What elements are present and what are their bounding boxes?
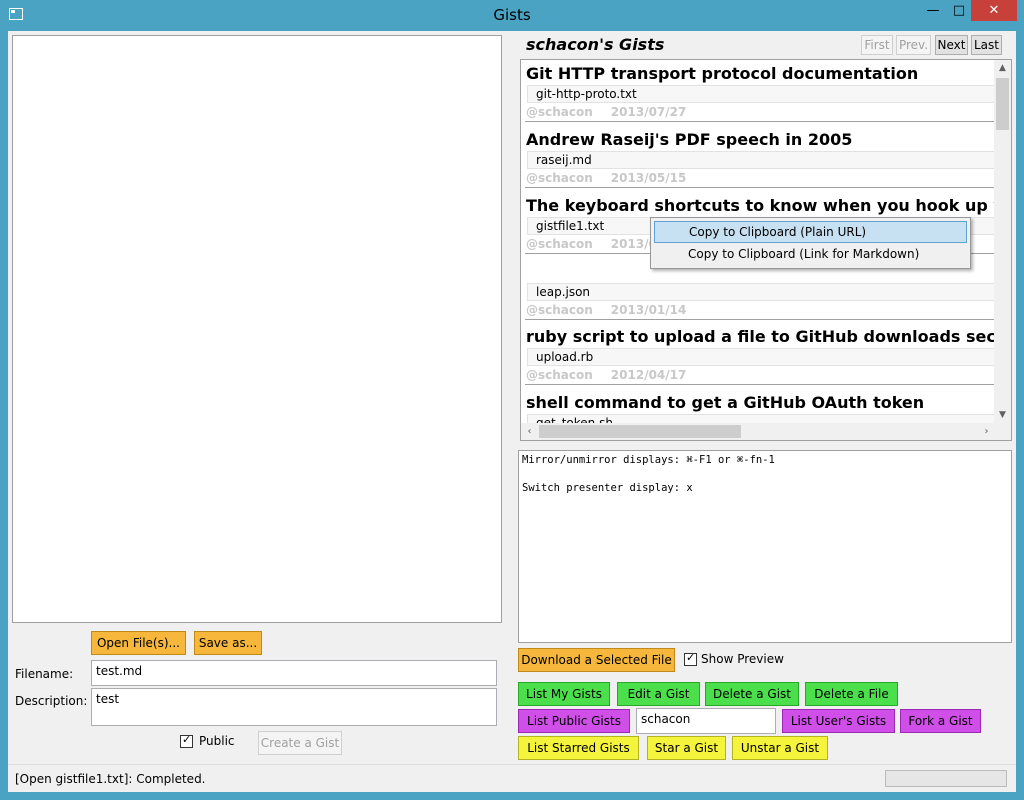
scroll-down-icon[interactable]: ▼ xyxy=(994,407,1011,424)
horizontal-scroll-thumb[interactable] xyxy=(539,425,741,438)
gist-file[interactable]: git-http-proto.txt xyxy=(527,85,995,103)
gist-user: @schacon xyxy=(526,237,593,251)
horizontal-scrollbar[interactable]: ‹ › xyxy=(521,423,995,440)
context-menu: Copy to Clipboard (Plain URL) Copy to Cl… xyxy=(650,217,971,269)
gist-item[interactable]: ruby script to upload a file to GitHub d… xyxy=(521,323,1011,389)
filename-input[interactable]: test.md xyxy=(91,660,497,686)
maximize-icon[interactable]: □ xyxy=(946,0,972,21)
gist-file[interactable]: leap.json xyxy=(527,283,995,301)
gist-meta: @schacon 2012/04/17 xyxy=(526,368,704,382)
main-window: Gists — □ ✕ Open File(s)... Save as... F… xyxy=(0,0,1024,800)
last-page-button[interactable]: Last xyxy=(971,35,1002,55)
gist-meta: @schacon 2013/05/15 xyxy=(526,171,704,185)
next-page-button[interactable]: Next xyxy=(935,35,968,55)
gist-title: Andrew Raseij's PDF speech in 2005 xyxy=(526,130,853,149)
gist-title: Git HTTP transport protocol documentatio… xyxy=(526,64,919,83)
star-gist-button[interactable]: Star a Gist xyxy=(647,736,726,760)
list-users-gists-button[interactable]: List User's Gists xyxy=(782,709,895,733)
gist-separator xyxy=(525,384,995,385)
edit-gist-button[interactable]: Edit a Gist xyxy=(617,682,700,706)
prev-page-button[interactable]: Prev. xyxy=(896,35,931,55)
scroll-right-icon[interactable]: › xyxy=(978,423,995,440)
create-gist-button[interactable]: Create a Gist xyxy=(258,731,342,755)
gist-separator xyxy=(525,121,995,122)
gist-item[interactable]: Andrew Raseij's PDF speech in 2005 rasei… xyxy=(521,126,995,192)
scroll-left-icon[interactable]: ‹ xyxy=(521,423,538,440)
gist-date: 2013/05/15 xyxy=(610,171,687,185)
gist-separator xyxy=(525,187,995,188)
gist-user: @schacon xyxy=(526,105,593,119)
gist-title: The keyboard shortcuts to know when you … xyxy=(526,196,1012,215)
gist-title: ruby script to upload a file to GitHub d… xyxy=(526,327,1012,346)
status-text: [Open gistfile1.txt]: Completed. xyxy=(15,772,206,786)
gist-user: @schacon xyxy=(526,171,593,185)
gist-user: @schacon xyxy=(526,368,593,382)
progress-bar xyxy=(885,770,1007,787)
scroll-up-icon[interactable]: ▲ xyxy=(994,60,1011,77)
client-area: Open File(s)... Save as... Filename: tes… xyxy=(8,31,1016,792)
public-checkbox[interactable] xyxy=(180,733,193,748)
file-preview[interactable]: Mirror/unmirror displays: ⌘-F1 or ⌘-fn-1… xyxy=(518,450,1012,643)
content-editor[interactable] xyxy=(12,35,502,623)
open-files-button[interactable]: Open File(s)... xyxy=(91,631,186,655)
minimize-icon[interactable]: — xyxy=(920,0,946,21)
gist-meta: @schacon 2013/01/14 xyxy=(526,303,704,317)
status-bar: [Open gistfile1.txt]: Completed. xyxy=(8,764,1016,792)
description-input[interactable]: test xyxy=(91,688,497,726)
description-label: Description: xyxy=(15,694,88,708)
save-as-button[interactable]: Save as... xyxy=(194,631,262,655)
show-preview-checkbox[interactable] xyxy=(684,651,697,666)
delete-file-button[interactable]: Delete a File xyxy=(805,682,898,706)
title-bar[interactable]: Gists — □ ✕ xyxy=(0,0,1024,30)
gist-date: 2013/07/27 xyxy=(610,105,687,119)
gist-item[interactable]: Git HTTP transport protocol documentatio… xyxy=(521,60,995,126)
gist-file[interactable]: upload.rb xyxy=(527,348,995,366)
list-my-gists-button[interactable]: List My Gists xyxy=(518,682,610,706)
public-label: Public xyxy=(199,734,235,748)
gist-meta: @schacon 2013/07/27 xyxy=(526,105,704,119)
copy-markdown-link-menu-item[interactable]: Copy to Clipboard (Link for Markdown) xyxy=(654,244,967,266)
unstar-gist-button[interactable]: Unstar a Gist xyxy=(732,736,828,760)
window-title: Gists xyxy=(493,6,531,24)
gists-title: schacon's Gists xyxy=(526,35,665,54)
gist-date: 2013/01/14 xyxy=(610,303,687,317)
gist-title: shell command to get a GitHub OAuth toke… xyxy=(526,393,925,412)
gist-user: @schacon xyxy=(526,303,593,317)
vertical-scroll-thumb[interactable] xyxy=(996,78,1009,130)
close-icon[interactable]: ✕ xyxy=(971,0,1017,21)
username-input[interactable]: schacon xyxy=(636,708,776,734)
gist-file[interactable]: raseij.md xyxy=(527,151,995,169)
vertical-scrollbar[interactable]: ▲ ▼ xyxy=(994,60,1011,424)
scroll-corner xyxy=(994,423,1011,440)
fork-gist-button[interactable]: Fork a Gist xyxy=(900,709,981,733)
gist-separator xyxy=(525,319,995,320)
show-preview-label: Show Preview xyxy=(701,652,784,666)
filename-label: Filename: xyxy=(15,667,74,681)
copy-plain-url-menu-item[interactable]: Copy to Clipboard (Plain URL) xyxy=(654,221,967,243)
gist-date: 2012/04/17 xyxy=(610,368,687,382)
first-page-button[interactable]: First xyxy=(861,35,893,55)
list-public-gists-button[interactable]: List Public Gists xyxy=(518,709,630,733)
delete-gist-button[interactable]: Delete a Gist xyxy=(705,682,799,706)
download-selected-file-button[interactable]: Download a Selected File xyxy=(518,648,675,672)
list-starred-gists-button[interactable]: List Starred Gists xyxy=(518,736,639,760)
